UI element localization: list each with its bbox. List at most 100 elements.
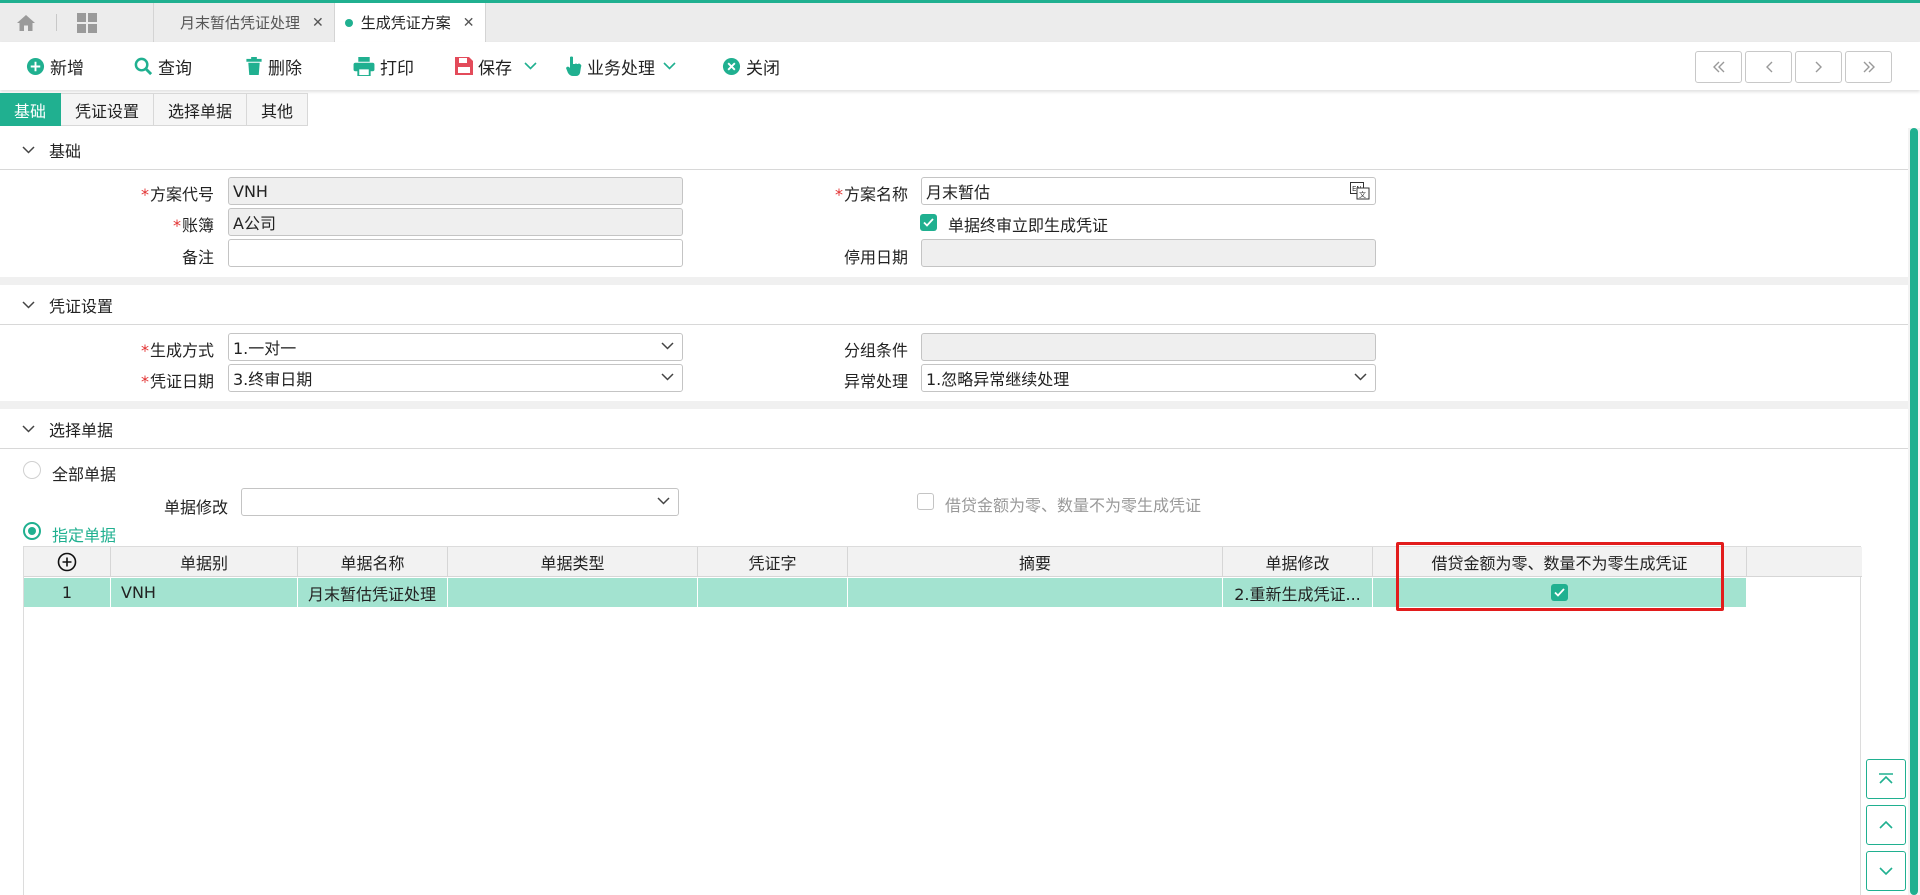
chevron-down-icon — [661, 342, 674, 350]
active-dot-icon — [344, 18, 353, 27]
subtab-select-docs[interactable]: 选择单据 — [154, 93, 248, 126]
all-docs-label: 全部单据 — [52, 465, 117, 484]
delete-button[interactable]: 删除 — [245, 54, 302, 79]
zero-amount-label: 借贷金额为零、数量不为零生成凭证 — [945, 496, 1202, 515]
row-number: 1 — [24, 578, 111, 607]
chevron-down-icon — [1354, 373, 1367, 381]
subtab-basic[interactable]: 基础 — [0, 93, 62, 126]
business-button[interactable]: 业务处理 — [566, 54, 681, 79]
voucher-date-label: *凭证日期 — [140, 372, 214, 391]
add-row-button[interactable] — [24, 547, 111, 577]
check-icon — [1554, 588, 1565, 597]
toolbar: 新增 查询 删除 打印 保存 业务处理 关闭 — [0, 42, 1920, 90]
auto-generate-label: 单据终审立即生成凭证 — [948, 216, 1109, 235]
scroll-top-button[interactable] — [1866, 759, 1906, 799]
close-icon[interactable]: ✕ — [312, 15, 324, 31]
subtab-voucher-settings[interactable]: 凭证设置 — [61, 93, 155, 126]
double-chevron-left-icon — [1712, 61, 1724, 73]
section-voucher-header[interactable]: 凭证设置 — [0, 285, 1908, 325]
scroll-down-button[interactable] — [1866, 851, 1906, 891]
doc-modify-select[interactable] — [241, 488, 679, 516]
cell-doc-code[interactable]: VNH — [111, 578, 298, 607]
check-icon — [923, 218, 934, 227]
table-row[interactable]: 1 VNH 月末暂估凭证处理 2.重新生成凭证... — [24, 578, 1747, 607]
top-tab-bar: 月末暂估凭证处理 ✕ 生成凭证方案 ✕ — [0, 0, 1920, 42]
col-zero-amount[interactable]: 借贷金额为零、数量不为零生成凭证 — [1373, 547, 1747, 577]
remark-label: 备注 — [181, 248, 214, 267]
group-condition-input[interactable] — [921, 333, 1376, 361]
col-voucher-word[interactable]: 凭证字 — [698, 547, 848, 577]
cell-voucher-word[interactable] — [698, 578, 848, 607]
col-doc-modify[interactable]: 单据修改 — [1223, 547, 1373, 577]
chevron-down-icon — [663, 62, 676, 70]
chevron-down-icon — [524, 62, 537, 70]
subtab-other[interactable]: 其他 — [247, 93, 309, 126]
language-icon: EN文 — [1350, 182, 1370, 200]
close-icon[interactable]: ✕ — [463, 15, 475, 31]
tab-voucher-scheme[interactable]: 生成凭证方案 ✕ — [333, 3, 486, 42]
cell-summary[interactable] — [848, 578, 1223, 607]
last-record-button[interactable] — [1845, 51, 1892, 83]
double-chevron-right-icon — [1863, 61, 1875, 73]
trash-icon — [246, 56, 262, 75]
close-button[interactable]: 关闭 — [722, 54, 780, 79]
generate-mode-select[interactable]: 1.一对一 — [228, 333, 683, 361]
cell-doc-name[interactable]: 月末暂估凭证处理 — [298, 578, 448, 607]
section-select-header[interactable]: 选择单据 — [0, 409, 1908, 449]
apps-grid-icon[interactable] — [61, 3, 113, 42]
tab-month-end-voucher[interactable]: 月末暂估凭证处理 ✕ — [153, 3, 334, 42]
col-summary[interactable]: 摘要 — [848, 547, 1223, 577]
cell-doc-modify[interactable]: 2.重新生成凭证... — [1223, 578, 1373, 607]
remark-input[interactable] — [228, 239, 683, 267]
doc-modify-label: 单据修改 — [163, 498, 228, 517]
printer-icon — [353, 56, 375, 76]
next-record-button[interactable] — [1795, 51, 1842, 83]
first-record-button[interactable] — [1695, 51, 1742, 83]
chevron-down-icon — [22, 145, 35, 154]
arrow-to-top-icon — [1879, 773, 1893, 784]
col-doc-name[interactable]: 单据名称 — [298, 547, 448, 577]
cell-doc-type[interactable] — [448, 578, 698, 607]
query-button[interactable]: 查询 — [134, 54, 192, 79]
hand-pointer-icon — [566, 56, 582, 76]
scroll-up-button[interactable] — [1866, 805, 1906, 845]
chevron-up-icon — [1879, 820, 1893, 829]
cell-zero-amount[interactable] — [1373, 578, 1747, 607]
record-navigation — [1695, 51, 1892, 83]
all-docs-radio[interactable] — [23, 461, 41, 479]
grid-header: 单据别 单据名称 单据类型 凭证字 摘要 单据修改 借贷金额为零、数量不为零生成… — [24, 547, 1862, 577]
print-button[interactable]: 打印 — [353, 54, 414, 79]
vertical-scrollbar-thumb[interactable] — [1910, 128, 1918, 895]
specific-docs-radio[interactable] — [23, 522, 41, 540]
section-basic-header[interactable]: 基础 — [0, 130, 1908, 170]
chevron-down-icon — [22, 300, 35, 309]
add-button[interactable]: 新增 — [26, 54, 84, 79]
scheme-code-input[interactable]: VNH — [228, 177, 683, 205]
col-doc-type[interactable]: 单据类型 — [448, 547, 698, 577]
doc-grid: 单据别 单据名称 单据类型 凭证字 摘要 单据修改 借贷金额为零、数量不为零生成… — [23, 546, 1862, 895]
tab-label: 月末暂估凭证处理 — [180, 14, 301, 32]
home-icon[interactable] — [0, 3, 52, 42]
save-button[interactable]: 保存 — [455, 54, 542, 79]
stop-date-input[interactable] — [921, 239, 1376, 267]
group-condition-label: 分组条件 — [843, 341, 908, 360]
svg-text:文: 文 — [1359, 190, 1366, 199]
search-icon — [134, 57, 153, 75]
scheme-name-input[interactable]: 月末暂估 EN文 — [921, 177, 1376, 205]
col-doc-code[interactable]: 单据别 — [111, 547, 298, 577]
prev-record-button[interactable] — [1745, 51, 1792, 83]
auto-generate-checkbox[interactable] — [920, 214, 937, 231]
chevron-right-icon — [1815, 61, 1822, 73]
sub-tabs: 基础 凭证设置 选择单据 其他 — [0, 93, 309, 126]
section-divider — [0, 277, 1908, 285]
error-handling-select[interactable]: 1.忽略异常继续处理 — [921, 364, 1376, 392]
stop-date-label: 停用日期 — [843, 248, 908, 267]
voucher-date-select[interactable]: 3.终审日期 — [228, 364, 683, 392]
close-circle-icon — [722, 57, 741, 75]
chevron-down-icon — [657, 497, 670, 505]
error-handling-label: 异常处理 — [843, 372, 908, 391]
zero-amount-row-checkbox[interactable] — [1551, 584, 1568, 601]
ledger-input[interactable]: A公司 — [228, 208, 683, 236]
zero-amount-checkbox[interactable] — [917, 493, 934, 510]
scheme-name-label: *方案名称 — [834, 185, 908, 204]
